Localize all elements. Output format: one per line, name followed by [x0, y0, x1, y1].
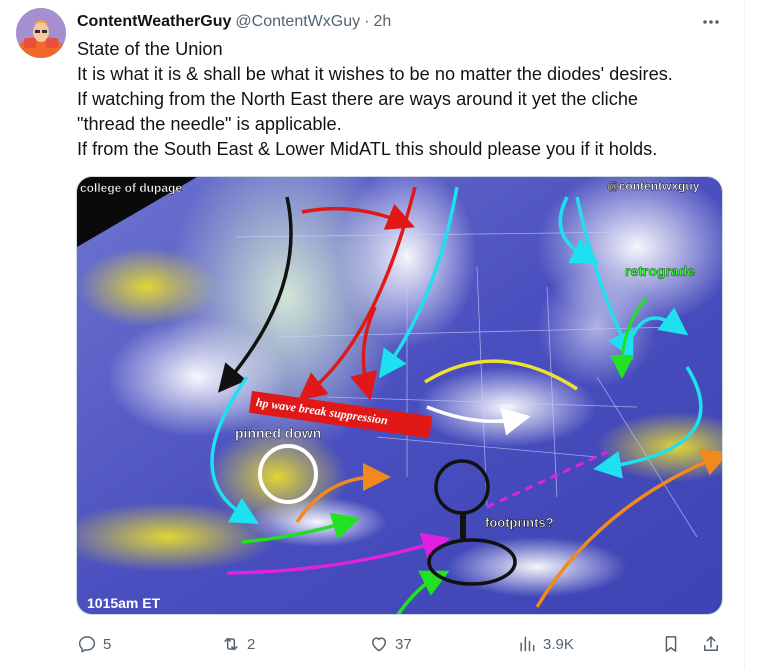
more-dots-icon [703, 20, 719, 24]
tweet-media[interactable]: college of dupage @contentwxguy retrogra… [76, 176, 723, 615]
avatar-image [16, 8, 66, 58]
more-button[interactable] [699, 11, 723, 33]
watermark-right: @contentwxguy [607, 179, 700, 193]
watermark-left: college of dupage [80, 181, 183, 195]
tweet[interactable]: ContentWeatherGuy @ContentWxGuy · 2h Sta… [0, 0, 757, 669]
action-bar: 5 2 37 3.9K [77, 626, 727, 662]
bookmark-icon [665, 636, 677, 652]
views-button[interactable]: 3.9K [517, 626, 574, 662]
like-button[interactable]: 37 [369, 626, 412, 662]
views-count: 3.9K [543, 635, 574, 653]
share-icon [704, 636, 718, 651]
tweet-line: "thread the needle" is applicable. [77, 114, 342, 134]
pinned-down-label: pinned down [235, 425, 322, 441]
retweet-count: 2 [247, 635, 256, 653]
annotated-weather-map [77, 177, 722, 614]
views-icon [520, 636, 535, 652]
tweet-line: If from the South East & Lower MidATL th… [77, 139, 658, 159]
retweet-icon [224, 637, 238, 651]
author-name[interactable]: ContentWeatherGuy [77, 13, 231, 31]
avatar[interactable] [16, 8, 66, 58]
reply-button[interactable]: 5 [77, 626, 111, 662]
bookmark-button[interactable] [661, 626, 681, 662]
tweet-line: State of the Union [77, 39, 223, 59]
footprints-label: footprints? [485, 515, 554, 531]
tweet-header: ContentWeatherGuy @ContentWxGuy · 2h [77, 12, 391, 32]
heart-icon [372, 637, 386, 652]
tweet-line: If watching from the North East there ar… [77, 89, 639, 109]
like-count: 37 [395, 635, 412, 653]
tweet-text: State of the Union It is what it is & sh… [77, 37, 737, 162]
author-handle[interactable]: @ContentWxGuy [235, 13, 360, 31]
retweet-button[interactable]: 2 [221, 626, 255, 662]
reply-icon [78, 636, 96, 653]
separator-dot: · [364, 13, 370, 30]
retrograde-label: retrograde [625, 263, 696, 280]
share-button[interactable] [701, 626, 721, 662]
post-time[interactable]: 2h [373, 13, 391, 31]
reply-count: 5 [103, 635, 112, 653]
timeline-border [744, 0, 745, 669]
tweet-line: It is what it is & shall be what it wish… [77, 64, 673, 84]
time-label: 1015am ET [87, 595, 161, 611]
